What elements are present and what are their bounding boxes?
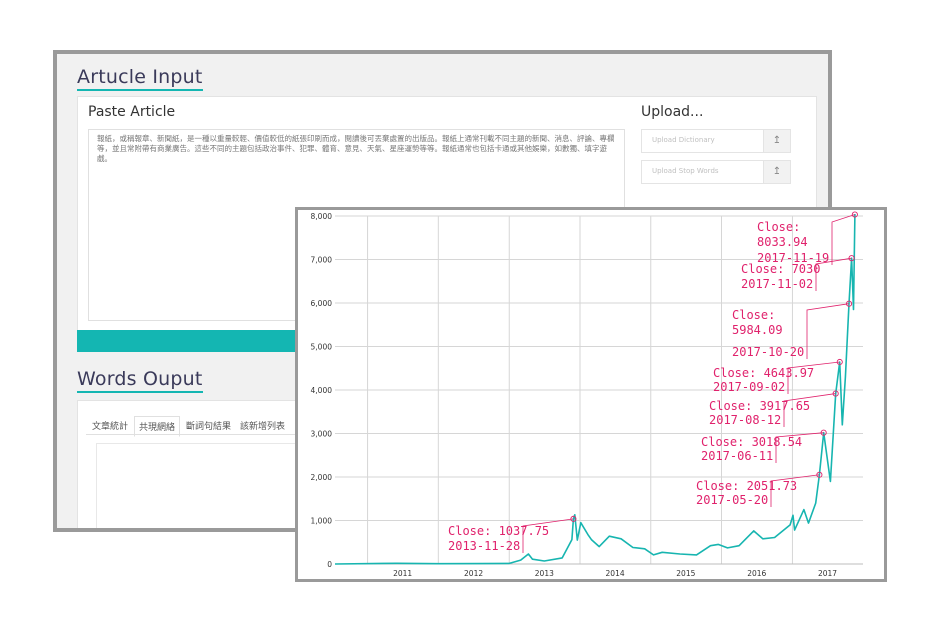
upload-dictionary-label: Upload Dictionary xyxy=(652,136,715,144)
x-tick-label: 2013 xyxy=(535,569,554,578)
y-tick-label: 5,000 xyxy=(311,343,333,352)
annotation-date: 2017-11-19 xyxy=(757,251,829,265)
upload-stop-words-label: Upload Stop Words xyxy=(652,167,719,175)
annotation-date: 2017-08-12 xyxy=(709,413,781,427)
upload-icon[interactable]: ↥ xyxy=(763,161,790,183)
article-section-title-text: Artucle Input xyxy=(77,66,203,88)
annotation-date: 2017-06-11 xyxy=(701,449,773,463)
y-tick-label: 1,000 xyxy=(311,517,333,526)
annotation-close-label: Close: xyxy=(732,308,775,322)
annotation-close-label: Close: 2051.73 xyxy=(696,479,797,493)
upload-label: Upload... xyxy=(641,104,704,120)
annotation-date: 2017-11-02 xyxy=(741,277,813,291)
chart-frame: 0 1,000 2,000 3,000 4,000 5,000 6,000 7,000 8,00… xyxy=(295,207,887,582)
y-tick-label: 0 xyxy=(327,560,332,569)
annotation-close-value: 8033.94 xyxy=(757,235,808,249)
annotation-close-value: 5984.09 xyxy=(732,323,783,337)
words-section-title-text: Words Ouput xyxy=(77,368,203,390)
tab-new-list[interactable]: 該新增列表 xyxy=(236,419,289,432)
words-section-title: Words Ouput xyxy=(77,368,203,393)
article-section-title: Artucle Input xyxy=(77,66,203,91)
annotation-date: 2017-05-20 xyxy=(696,493,768,507)
annotation-date: 2017-10-20 xyxy=(732,345,804,359)
title-underline xyxy=(77,391,203,393)
title-underline xyxy=(77,89,203,91)
y-tick-label: 4,000 xyxy=(311,386,333,395)
paste-article-label: Paste Article xyxy=(88,104,176,120)
annotation-close-label: Close: 3917.65 xyxy=(709,399,810,413)
article-text: 報紙，或稱報章、新聞紙，是一種以重量較輕、價值較低的紙張印刷而成，閱讀後可丟棄處… xyxy=(97,134,615,163)
y-tick-label: 7,000 xyxy=(311,256,333,265)
x-tick-label: 2014 xyxy=(606,569,625,578)
annotation-leader xyxy=(806,303,850,359)
upload-dictionary-field[interactable]: Upload Dictionary ↥ xyxy=(641,129,791,153)
upload-stop-words-field[interactable]: Upload Stop Words ↥ xyxy=(641,160,791,184)
y-tick-label: 8,000 xyxy=(311,212,333,221)
x-tick-label: 2016 xyxy=(747,569,766,578)
annotation-close-label: Close: xyxy=(757,220,800,234)
x-tick-label: 2017 xyxy=(818,569,837,578)
y-tick-label: 3,000 xyxy=(311,430,333,439)
annotation-close-label: Close: 3018.54 xyxy=(701,435,802,449)
annotation-close-label: Close: 1037.75 xyxy=(448,524,549,538)
annotation-date: 2017-09-02 xyxy=(713,380,785,394)
price-chart: 0 1,000 2,000 3,000 4,000 5,000 6,000 7,000 8,00… xyxy=(311,211,863,578)
x-tick-label: 2011 xyxy=(393,569,412,578)
y-tick-label: 6,000 xyxy=(311,299,333,308)
upload-icon[interactable]: ↥ xyxy=(763,130,790,152)
y-tick-label: 2,000 xyxy=(311,473,333,482)
x-tick-label: 2015 xyxy=(676,569,695,578)
tab-stats[interactable]: 文章統計 xyxy=(88,419,132,432)
annotation-close-label: Close: 4643.97 xyxy=(713,366,814,380)
tab-segmentation[interactable]: 斷詞句結果 xyxy=(182,419,235,432)
x-tick-label: 2012 xyxy=(464,569,483,578)
annotation-date: 2013-11-28 xyxy=(448,539,520,553)
